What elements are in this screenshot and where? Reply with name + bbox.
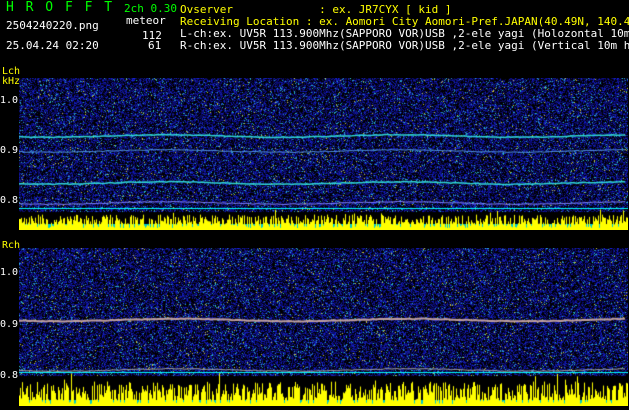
lch-unit-label: kHz [2,76,21,87]
rch-spectrogram [19,248,628,406]
app-title: H R O F F T [6,0,115,15]
datetime: 25.04.24 02:20 [6,39,99,52]
lch-spectrogram [19,78,628,230]
rch-count: 61 [148,39,162,52]
rch-ytick: 0.8 [0,370,19,381]
rch-label: Rch [2,240,21,251]
lch-ytick: 0.9 [0,145,19,156]
lch-ytick: 1.0 [0,95,19,106]
rch-description: R-ch:ex. UV5R 113.900Mhz(SAPPORO VOR)USB… [180,40,629,52]
filename: 2504240220.png [6,19,99,32]
location-line: Receiving Location : ex. Aomori City Aom… [180,15,629,28]
lch-ytick: 0.8 [0,195,19,206]
lch-description: L-ch:ex. UV5R 113.900Mhz(SAPPORO VOR)USB… [180,28,629,40]
rch-ytick: 0.9 [0,319,19,330]
meteor-label: meteor [126,14,166,27]
rch-ytick: 1.0 [0,267,19,278]
